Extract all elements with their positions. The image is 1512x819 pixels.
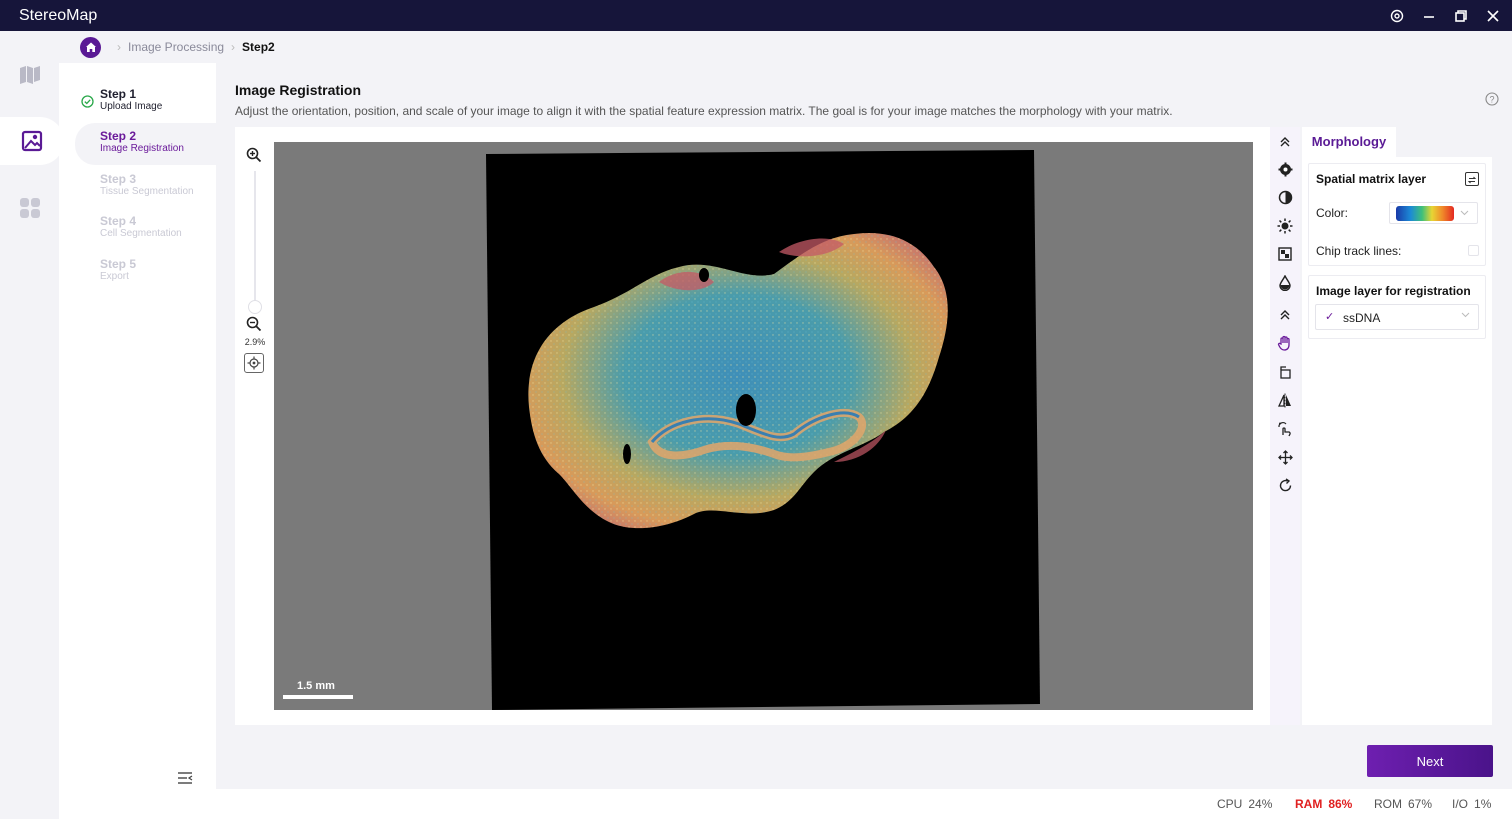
title-bar: StereoMap — [0, 0, 1512, 31]
ram-value: 86% — [1328, 797, 1353, 811]
step-5: Step 5 Export — [75, 251, 216, 293]
rom-value: 67% — [1408, 797, 1433, 811]
step-title: Step 3 — [100, 172, 137, 186]
flip-icon[interactable] — [1275, 390, 1295, 410]
properties-panel: Morphology Spatial matrix layer Color: C… — [1302, 127, 1492, 725]
apps-nav-icon[interactable] — [0, 184, 59, 232]
ram-usage: RAM 86% — [1295, 797, 1352, 811]
step-subtitle: Image Registration — [100, 143, 184, 154]
breadcrumb-image-processing[interactable]: Image Processing — [128, 40, 224, 54]
step-subtitle: Export — [100, 271, 129, 282]
color-gradient-swatch — [1396, 206, 1454, 221]
step-4: Step 4 Cell Segmentation — [75, 208, 216, 250]
rom-label: ROM — [1374, 797, 1402, 811]
image-layer-group: Image layer for registration ✓ ssDNA — [1308, 275, 1486, 339]
tissue-image — [486, 150, 1040, 710]
move-arrows-icon[interactable] — [1275, 447, 1295, 467]
color-label: Color: — [1316, 206, 1349, 220]
breadcrumb-separator: › — [117, 40, 121, 54]
gear-icon[interactable] — [1275, 159, 1295, 179]
breadcrumb-separator: › — [231, 40, 236, 54]
step-title: Step 5 — [100, 257, 137, 271]
cpu-usage: CPU 24% — [1217, 797, 1272, 811]
contrast-icon[interactable] — [1275, 187, 1295, 207]
rom-usage: ROM 67% — [1374, 797, 1432, 811]
step-title: Step 2 — [100, 129, 137, 143]
point-select-icon[interactable] — [1275, 419, 1295, 439]
cpu-label: CPU — [1217, 797, 1243, 811]
settings-icon[interactable] — [1388, 7, 1406, 25]
color-map-select[interactable] — [1389, 202, 1478, 224]
page-title: Image Registration — [235, 82, 362, 98]
step-subtitle: Upload Image — [100, 101, 163, 112]
chip-track-checkbox[interactable] — [1468, 245, 1479, 256]
step-3: Step 3 Tissue Segmentation — [75, 166, 216, 208]
io-label: I/O — [1452, 797, 1469, 811]
scale-bar-line — [283, 695, 353, 699]
ram-label: RAM — [1295, 797, 1323, 811]
check-icon — [81, 95, 94, 108]
zoom-level: 2.9% — [244, 337, 266, 347]
svg-text:?: ? — [1489, 95, 1494, 105]
chevron-down-icon — [1461, 312, 1470, 318]
rotate-90-icon[interactable] — [1275, 362, 1295, 382]
home-icon[interactable] — [80, 36, 101, 58]
spatial-matrix-group: Spatial matrix layer Color: Chip track l… — [1308, 163, 1486, 266]
brightness-icon[interactable] — [1275, 216, 1295, 236]
restore-icon[interactable] — [1452, 7, 1470, 25]
image-layer-select[interactable]: ✓ ssDNA — [1315, 304, 1479, 330]
tab-strip — [1396, 127, 1492, 157]
breadcrumb: › Image Processing › Step2 — [80, 36, 275, 58]
page-description: Adjust the orientation, position, and sc… — [235, 104, 1173, 118]
status-bar: CPU 24% RAM 86% ROM 67% I/O 1% — [59, 789, 1512, 819]
step-title: Step 1 — [100, 87, 137, 101]
scale-bar-label: 1.5 mm — [297, 680, 335, 692]
step-subtitle: Tissue Segmentation — [100, 186, 194, 197]
zoom-slider-track[interactable] — [254, 171, 256, 307]
zoom-slider-handle[interactable] — [248, 300, 262, 314]
zoom-out-icon[interactable] — [246, 316, 262, 337]
tab-morphology[interactable]: Morphology — [1302, 127, 1396, 157]
image-nav-icon[interactable] — [0, 117, 64, 165]
next-button[interactable]: Next — [1367, 745, 1493, 777]
image-layer-value: ssDNA — [1343, 311, 1381, 325]
opacity-icon[interactable] — [1275, 273, 1295, 293]
window-controls — [1388, 0, 1502, 31]
step-2[interactable]: Step 2 Image Registration — [75, 123, 216, 165]
cpu-value: 24% — [1248, 797, 1273, 811]
chevron-down-icon — [1460, 210, 1469, 216]
step-panel: Step 1 Upload Image Step 2 Image Registr… — [59, 63, 216, 789]
help-icon[interactable]: ? — [1485, 92, 1499, 111]
io-usage: I/O 1% — [1452, 797, 1491, 811]
io-value: 1% — [1474, 797, 1492, 811]
collapse-up-icon[interactable] — [1275, 132, 1295, 152]
app-title: StereoMap — [19, 6, 98, 24]
chip-track-label: Chip track lines: — [1316, 244, 1402, 258]
step-title: Step 4 — [100, 214, 137, 228]
image-viewer[interactable]: 1.5 mm — [274, 142, 1253, 710]
zoom-in-icon[interactable] — [246, 147, 262, 168]
minimize-icon[interactable] — [1420, 7, 1438, 25]
close-icon[interactable] — [1484, 7, 1502, 25]
map-nav-icon[interactable] — [0, 51, 59, 99]
collapse-menu-icon[interactable] — [177, 771, 193, 790]
step-subtitle: Cell Segmentation — [100, 228, 182, 239]
zoom-controls: 2.9% — [235, 127, 274, 725]
collapse-up-icon-2[interactable] — [1275, 305, 1295, 325]
canvas-card: 2.9% 1.5 mm — [235, 127, 1270, 725]
nav-rail — [0, 31, 64, 819]
tool-column — [1270, 127, 1300, 725]
check-mark-icon: ✓ — [1325, 311, 1335, 323]
checker-icon[interactable] — [1275, 244, 1295, 264]
swap-icon[interactable] — [1465, 172, 1479, 186]
hand-pan-icon[interactable] — [1275, 333, 1295, 353]
breadcrumb-current: Step2 — [242, 40, 275, 54]
main-content: Image Registration Adjust the orientatio… — [216, 63, 1512, 789]
step-1[interactable]: Step 1 Upload Image — [75, 81, 216, 123]
image-layer-title: Image layer for registration — [1316, 284, 1471, 298]
reset-rotate-icon[interactable] — [1275, 475, 1295, 495]
fit-view-button[interactable] — [244, 353, 264, 373]
spatial-matrix-title: Spatial matrix layer — [1316, 172, 1427, 186]
target-icon — [247, 356, 261, 370]
